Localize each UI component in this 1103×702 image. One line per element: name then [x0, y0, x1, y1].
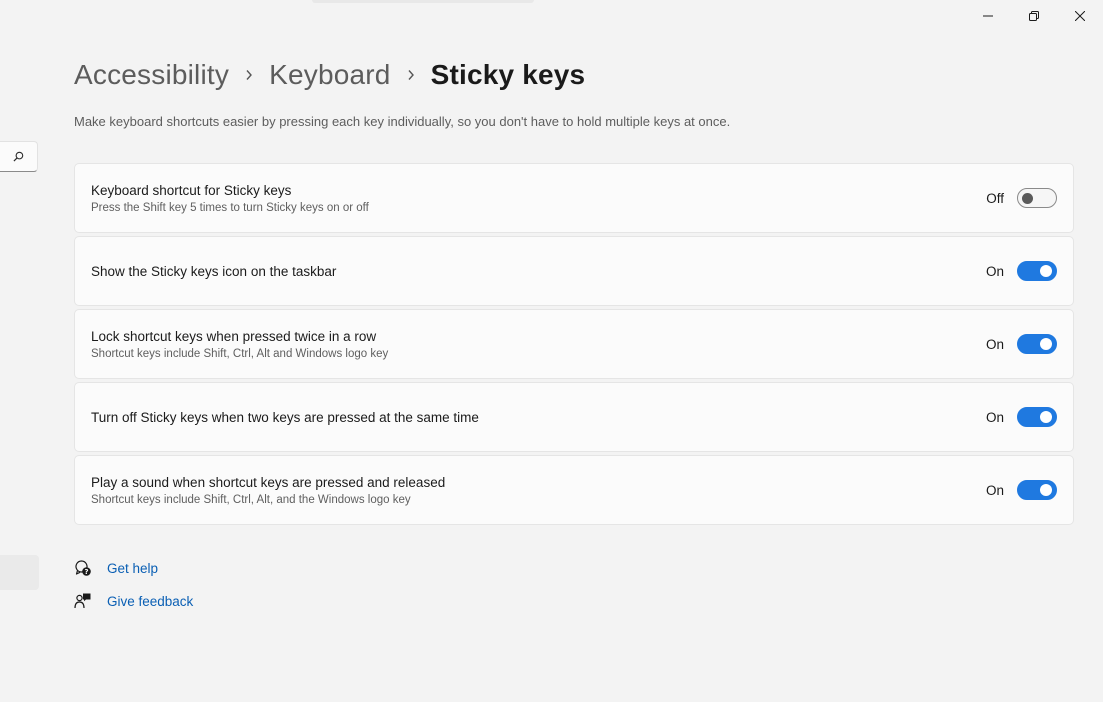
restore-icon [1029, 11, 1039, 21]
setting-subtitle: Shortcut keys include Shift, Ctrl, Alt a… [91, 347, 389, 360]
svg-text:?: ? [84, 568, 88, 576]
setting-card-turn-off-two-keys: Turn off Sticky keys when two keys are p… [74, 382, 1074, 452]
setting-subtitle: Shortcut keys include Shift, Ctrl, Alt, … [91, 493, 411, 506]
setting-title: Lock shortcut keys when pressed twice in… [91, 328, 377, 344]
toggle-state-label: Off [986, 190, 1004, 206]
setting-title: Show the Sticky keys icon on the taskbar [91, 263, 337, 279]
sidebar-search-box[interactable] [0, 141, 38, 172]
setting-title: Keyboard shortcut for Sticky keys [91, 182, 292, 198]
settings-list: Keyboard shortcut for Sticky keys Press … [74, 163, 1074, 528]
close-icon [1075, 11, 1085, 21]
settings-window: Accessibility Keyboard Sticky keys Make … [0, 0, 1103, 702]
restore-button[interactable] [1011, 0, 1057, 32]
setting-title: Play a sound when shortcut keys are pres… [91, 474, 446, 490]
title-bar-drag-hint [312, 0, 534, 3]
setting-card-keyboard-shortcut: Keyboard shortcut for Sticky keys Press … [74, 163, 1074, 233]
feedback-icon [73, 591, 93, 611]
toggle-switch[interactable] [1017, 480, 1057, 500]
page-title: Sticky keys [430, 59, 586, 90]
toggle-switch[interactable] [1017, 188, 1057, 208]
help-links: ? Get help Give feedback [73, 557, 193, 623]
toggle-state-label: On [985, 336, 1004, 352]
setting-card-lock-shortcut-keys: Lock shortcut keys when pressed twice in… [74, 309, 1074, 379]
close-button[interactable] [1057, 0, 1103, 32]
give-feedback-label[interactable]: Give feedback [107, 594, 193, 609]
get-help-label[interactable]: Get help [107, 561, 158, 576]
get-help-link[interactable]: ? Get help [73, 557, 193, 579]
toggle-state-label: On [985, 482, 1004, 498]
minimize-icon [983, 15, 993, 17]
toggle-switch[interactable] [1017, 261, 1057, 281]
setting-card-play-sound: Play a sound when shortcut keys are pres… [74, 455, 1074, 525]
toggle-switch[interactable] [1017, 334, 1057, 354]
breadcrumb-item-keyboard[interactable]: Keyboard [269, 59, 390, 91]
breadcrumb: Accessibility Keyboard Sticky keys [74, 55, 585, 95]
toggle-switch[interactable] [1017, 407, 1057, 427]
toggle-state-label: On [985, 409, 1004, 425]
setting-card-taskbar-icon: Show the Sticky keys icon on the taskbar… [74, 236, 1074, 306]
help-icon: ? [73, 558, 93, 578]
toggle-state-label: On [985, 263, 1004, 279]
sidebar-item-accessibility[interactable] [0, 555, 39, 590]
chevron-right-icon [391, 69, 431, 81]
breadcrumb-item-accessibility[interactable]: Accessibility [74, 59, 229, 91]
search-icon [13, 151, 24, 162]
caption-buttons [965, 0, 1103, 32]
minimize-button[interactable] [965, 0, 1011, 32]
setting-subtitle: Press the Shift key 5 times to turn Stic… [91, 201, 369, 214]
setting-title: Turn off Sticky keys when two keys are p… [91, 409, 479, 425]
page-description: Make keyboard shortcuts easier by pressi… [74, 114, 731, 129]
chevron-right-icon [229, 69, 269, 81]
give-feedback-link[interactable]: Give feedback [73, 590, 193, 612]
